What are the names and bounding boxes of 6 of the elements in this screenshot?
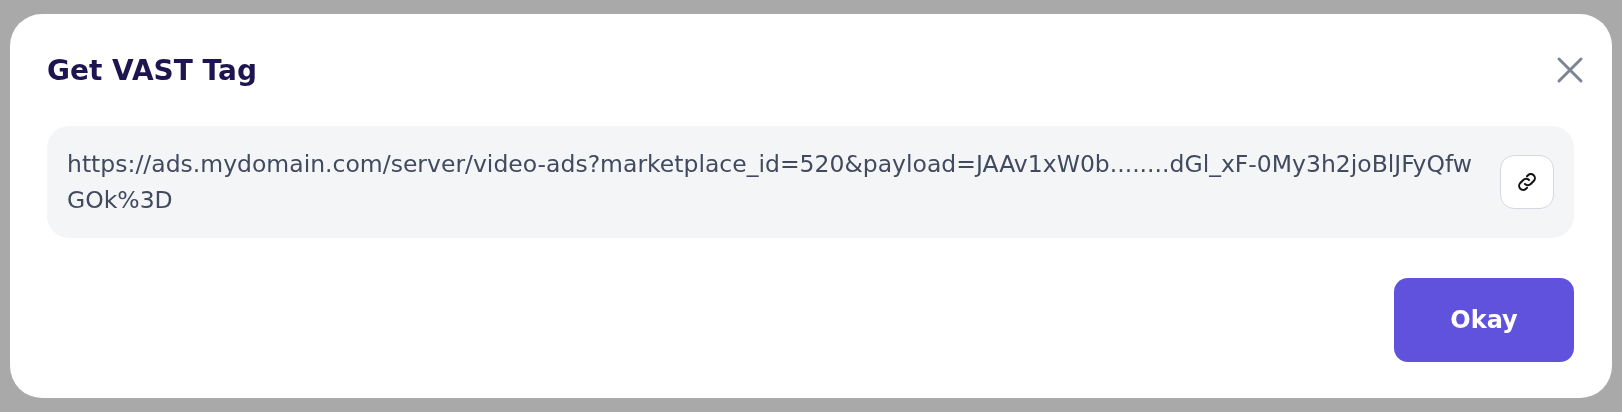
dialog-title: Get VAST Tag bbox=[47, 53, 257, 87]
okay-button[interactable]: Okay bbox=[1394, 278, 1574, 362]
copy-link-button[interactable] bbox=[1500, 155, 1554, 209]
tag-field[interactable]: https://ads.mydomain.com/server/video-ads?marketplace_id=520&payload=JAAv1xW0b........dGl_xF-0My3h2joBlJFyQfwGOk%3D bbox=[47, 126, 1574, 238]
link-icon bbox=[1515, 170, 1539, 194]
close-icon[interactable] bbox=[1556, 56, 1584, 84]
